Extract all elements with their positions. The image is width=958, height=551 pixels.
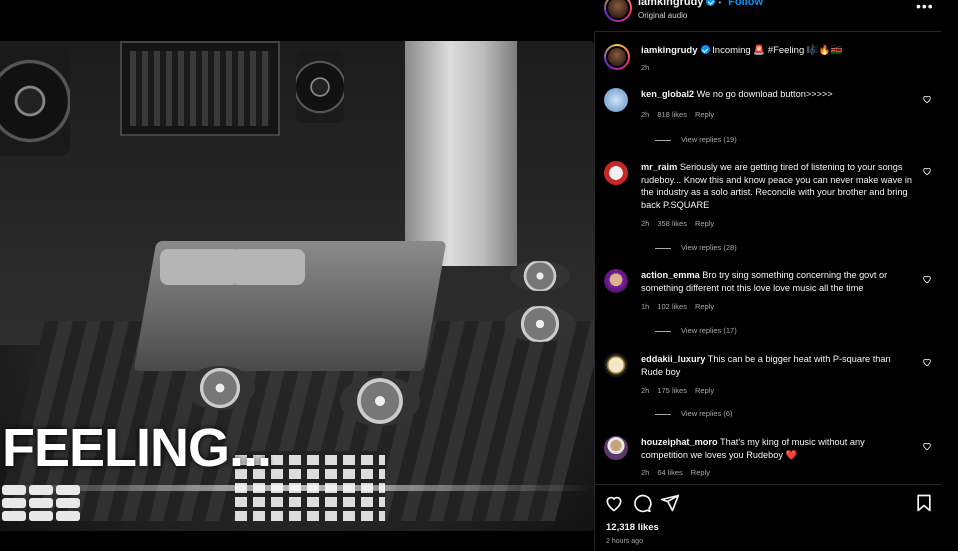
view-replies-button[interactable]: View replies (6) xyxy=(655,409,733,418)
media-turntable-3 xyxy=(505,306,575,342)
instagram-post-viewer: FEELING... iamkingrudy • Follow Original… xyxy=(0,0,958,551)
post-side-panel: iamkingrudy • Follow Original audio ••• … xyxy=(594,0,942,551)
comment-avatar[interactable] xyxy=(604,161,628,185)
comment-bubble-icon[interactable] xyxy=(632,493,652,513)
like-comment-heart-icon[interactable] xyxy=(922,166,932,176)
post-actions-bar: 12,318 likes 2 hours ago xyxy=(594,484,942,551)
reply-button[interactable]: Reply xyxy=(695,219,714,228)
comment-avatar[interactable] xyxy=(604,353,628,377)
header-avatar[interactable] xyxy=(604,0,632,22)
comment-likes[interactable]: 818 likes xyxy=(657,110,687,119)
media-turntable-2 xyxy=(340,376,420,426)
reply-button[interactable]: Reply xyxy=(695,302,714,311)
verified-badge-icon xyxy=(706,0,716,6)
media-speaker-left xyxy=(0,46,70,156)
reply-button[interactable]: Reply xyxy=(695,110,714,119)
comment-likes[interactable]: 175 likes xyxy=(657,386,687,395)
media-speaker-right xyxy=(296,51,344,123)
comment-avatar[interactable] xyxy=(604,436,628,460)
comment-username[interactable]: eddakii_luxury xyxy=(641,354,705,364)
comment-avatar[interactable] xyxy=(604,269,628,293)
comment-time: 2h xyxy=(641,468,650,477)
comment-text: We no go download button>>>>> xyxy=(696,89,833,99)
like-comment-heart-icon[interactable] xyxy=(922,274,932,284)
comment-username[interactable]: ken_global2 xyxy=(641,89,694,99)
like-heart-icon[interactable] xyxy=(604,493,624,513)
like-count[interactable]: 12,318 likes xyxy=(606,522,659,533)
caption-text: Incoming 🚨 #Feeling 🎼🔥🇰🇪 xyxy=(712,45,843,56)
comment-time: 2h xyxy=(641,386,650,395)
media-pillow-left xyxy=(160,249,240,285)
like-comment-heart-icon[interactable] xyxy=(922,357,932,367)
media-pillow-right xyxy=(230,249,305,285)
comment-username[interactable]: mr_raim xyxy=(641,162,677,172)
comment-text: Seriously we are getting tired of listen… xyxy=(641,162,913,210)
header-username[interactable]: iamkingrudy xyxy=(638,0,703,8)
post-header: iamkingrudy • Follow Original audio ••• xyxy=(594,0,942,32)
comment-likes[interactable]: 102 likes xyxy=(657,302,687,311)
comment-time: 2h xyxy=(641,219,650,228)
caption-time: 2h xyxy=(641,63,650,72)
caption-username[interactable]: iamkingrudy xyxy=(641,45,698,56)
comment-avatar[interactable] xyxy=(604,88,628,112)
share-send-icon[interactable] xyxy=(660,493,680,513)
verified-badge-icon xyxy=(700,45,710,54)
audio-label[interactable]: Original audio xyxy=(638,11,687,20)
post-timestamp: 2 hours ago xyxy=(606,538,643,545)
view-replies-button[interactable]: View replies (28) xyxy=(655,243,737,252)
media-window xyxy=(405,41,517,266)
reply-button[interactable]: Reply xyxy=(691,468,710,477)
media-turntable-1 xyxy=(185,366,255,410)
reply-button[interactable]: Reply xyxy=(695,386,714,395)
follow-button[interactable]: Follow xyxy=(728,0,763,8)
comment-likes[interactable]: 64 likes xyxy=(657,468,682,477)
view-replies-button[interactable]: View replies (17) xyxy=(655,326,737,335)
media-turntable-4 xyxy=(510,261,570,291)
comment-time: 1h xyxy=(641,302,650,311)
comment-username[interactable]: action_emma xyxy=(641,270,700,280)
media-rack xyxy=(120,41,280,136)
media-overlay-text: FEELING... xyxy=(2,418,272,478)
header-separator: • xyxy=(718,0,722,7)
more-options-icon[interactable]: ••• xyxy=(916,0,934,13)
page-scrollbar-gutter xyxy=(942,0,958,551)
media-glow xyxy=(0,485,594,491)
comment-time: 2h xyxy=(641,110,650,119)
media-logo-bars xyxy=(2,485,80,521)
comment-likes[interactable]: 358 likes xyxy=(657,219,687,228)
view-replies-button[interactable]: View replies (19) xyxy=(655,135,737,144)
panel-divider xyxy=(594,32,595,551)
save-bookmark-icon[interactable] xyxy=(914,493,934,513)
post-media[interactable]: FEELING... xyxy=(0,41,594,531)
comment-username[interactable]: houzeiphat_moro xyxy=(641,437,718,447)
like-comment-heart-icon[interactable] xyxy=(922,94,932,104)
like-comment-heart-icon[interactable] xyxy=(922,441,932,451)
caption-avatar[interactable] xyxy=(604,44,630,70)
